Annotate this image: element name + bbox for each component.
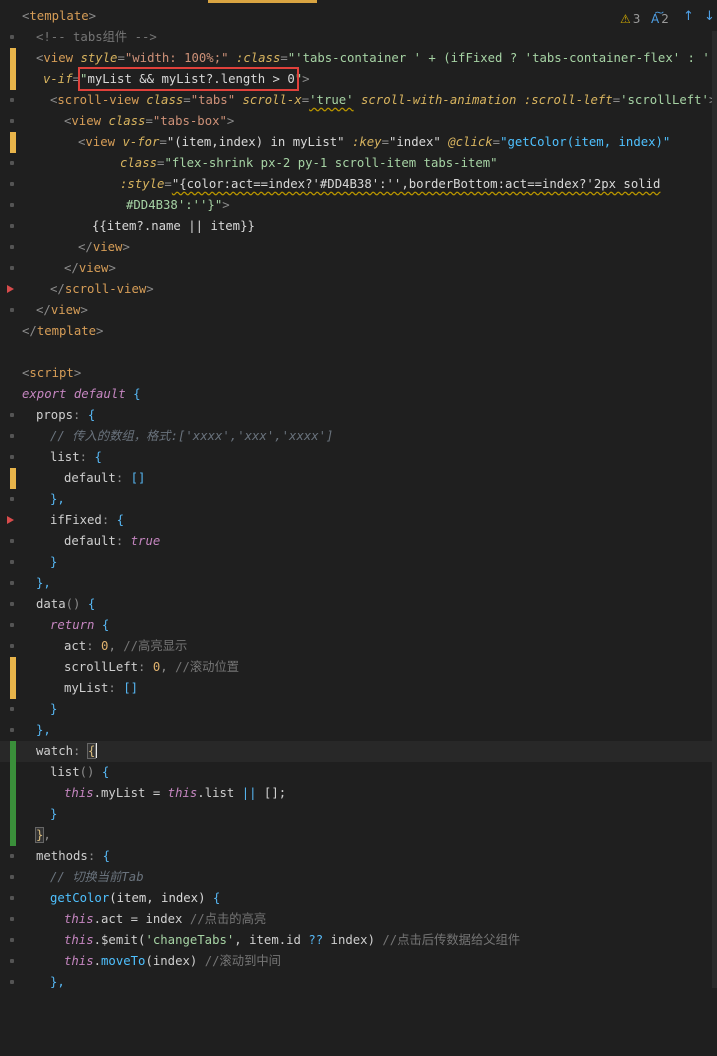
code-line-32[interactable]: scrollLeft: 0, //滚动位置 bbox=[0, 657, 712, 678]
fold-dot bbox=[10, 497, 14, 501]
code-line-40[interactable]: }, bbox=[0, 825, 712, 846]
fold-dot bbox=[10, 182, 14, 186]
added-marker bbox=[10, 783, 16, 804]
code-line-33[interactable]: myList: [] bbox=[0, 678, 712, 699]
fold-dot bbox=[10, 413, 14, 417]
code-line-30[interactable]: return { bbox=[0, 615, 712, 636]
fold-dot bbox=[10, 896, 14, 900]
code-line-8[interactable]: class="flex-shrink px-2 py-1 scroll-item… bbox=[0, 153, 712, 174]
fold-dot bbox=[10, 938, 14, 942]
fold-dot bbox=[10, 644, 14, 648]
fold-dot bbox=[10, 434, 14, 438]
fold-dot bbox=[10, 266, 14, 270]
code-line-25[interactable]: ifFixed: { bbox=[0, 510, 712, 531]
fold-dot bbox=[10, 539, 14, 543]
code-line-16[interactable]: </template> bbox=[0, 321, 712, 342]
code-line-9[interactable]: :style="{color:act==index?'#DD4B38':'',b… bbox=[0, 174, 712, 195]
vertical-scrollbar[interactable] bbox=[712, 31, 717, 988]
code-line-27[interactable]: } bbox=[0, 552, 712, 573]
added-marker bbox=[10, 762, 16, 783]
code-line-47[interactable]: }, bbox=[0, 972, 712, 993]
modified-marker bbox=[10, 468, 16, 489]
code-line-21[interactable]: // 传入的数组，格式:['xxxx','xxx','xxxx'] bbox=[0, 426, 712, 447]
added-marker bbox=[10, 804, 16, 825]
modified-marker bbox=[10, 48, 16, 69]
code-line-44[interactable]: this.act = index //点击的高亮 bbox=[0, 909, 712, 930]
code-line-37[interactable]: list() { bbox=[0, 762, 712, 783]
code-line-12[interactable]: </view> bbox=[0, 237, 712, 258]
added-marker bbox=[10, 741, 16, 762]
code-line-15[interactable]: </view> bbox=[0, 300, 712, 321]
code-line-10[interactable]: #DD4B38':''}"> bbox=[0, 195, 712, 216]
code-line-13[interactable]: </view> bbox=[0, 258, 712, 279]
fold-dot bbox=[10, 707, 14, 711]
fold-dot bbox=[10, 245, 14, 249]
fold-dot bbox=[10, 119, 14, 123]
code-line-39[interactable]: } bbox=[0, 804, 712, 825]
code-line-36[interactable]: watch: { bbox=[0, 741, 712, 762]
fold-dot bbox=[10, 455, 14, 459]
code-line-29[interactable]: data() { bbox=[0, 594, 712, 615]
fold-dot bbox=[10, 308, 14, 312]
fold-dot bbox=[10, 980, 14, 984]
modified-marker bbox=[10, 132, 16, 153]
code-line-35[interactable]: }, bbox=[0, 720, 712, 741]
fold-dot bbox=[10, 224, 14, 228]
active-tab-indicator bbox=[208, 0, 317, 3]
code-line-6[interactable]: <view class="tabs-box"> bbox=[0, 111, 712, 132]
added-marker bbox=[10, 825, 16, 846]
modified-marker bbox=[10, 678, 16, 699]
code-line-18[interactable]: <script> bbox=[0, 363, 712, 384]
code-line-19[interactable]: export default { bbox=[0, 384, 712, 405]
code-line-20[interactable]: props: { bbox=[0, 405, 712, 426]
code-line-24[interactable]: }, bbox=[0, 489, 712, 510]
fold-dot bbox=[10, 623, 14, 627]
fold-dot bbox=[10, 161, 14, 165]
code-line-31[interactable]: act: 0, //高亮显示 bbox=[0, 636, 712, 657]
code-line-45[interactable]: this.$emit('changeTabs', item.id ?? inde… bbox=[0, 930, 712, 951]
fold-dot bbox=[10, 560, 14, 564]
code-line-11[interactable]: {{item?.name || item}} bbox=[0, 216, 712, 237]
code-line-46[interactable]: this.moveTo(index) //滚动到中间 bbox=[0, 951, 712, 972]
breakpoint-marker[interactable] bbox=[7, 285, 14, 293]
code-line-41[interactable]: methods: { bbox=[0, 846, 712, 867]
modified-marker bbox=[10, 657, 16, 678]
fold-dot bbox=[10, 581, 14, 585]
code-line-38[interactable]: this.myList = this.list || []; bbox=[0, 783, 712, 804]
code-line-28[interactable]: }, bbox=[0, 573, 712, 594]
fold-dot bbox=[10, 98, 14, 102]
code-line-22[interactable]: list: { bbox=[0, 447, 712, 468]
fold-dot bbox=[10, 959, 14, 963]
fold-dot bbox=[10, 602, 14, 606]
code-line-23[interactable]: default: [] bbox=[0, 468, 712, 489]
fold-dot bbox=[10, 728, 14, 732]
fold-dot bbox=[10, 35, 14, 39]
fold-dot bbox=[10, 203, 14, 207]
code-line-5[interactable]: <scroll-view class="tabs" scroll-x='true… bbox=[0, 90, 716, 111]
code-line-7[interactable]: <view v-for="(item,index) in myList" :ke… bbox=[0, 132, 712, 153]
fold-dot bbox=[10, 917, 14, 921]
fold-dot bbox=[10, 875, 14, 879]
code-line-1[interactable]: <template> bbox=[0, 6, 712, 27]
code-line-34[interactable]: } bbox=[0, 699, 712, 720]
text-cursor bbox=[95, 743, 98, 758]
code-line-3[interactable]: <view style="width: 100%;" :class="'tabs… bbox=[0, 48, 717, 69]
code-line-2[interactable]: <!-- tabs组件 --> bbox=[0, 27, 712, 48]
fold-dot bbox=[10, 854, 14, 858]
code-line-14[interactable]: </scroll-view> bbox=[0, 279, 712, 300]
breakpoint-marker[interactable] bbox=[7, 516, 14, 524]
code-editor[interactable]: ⚠ 3 A͠ 2 ↑ ↓ <template> <!-- tabs组件 --> <v… bbox=[0, 0, 717, 989]
modified-marker bbox=[10, 69, 16, 90]
code-line-26[interactable]: default: true bbox=[0, 531, 712, 552]
code-line-42[interactable]: // 切换当前Tab bbox=[0, 867, 712, 888]
highlight-annotation-box bbox=[78, 67, 299, 91]
code-line-43[interactable]: getColor(item, index) { bbox=[0, 888, 712, 909]
